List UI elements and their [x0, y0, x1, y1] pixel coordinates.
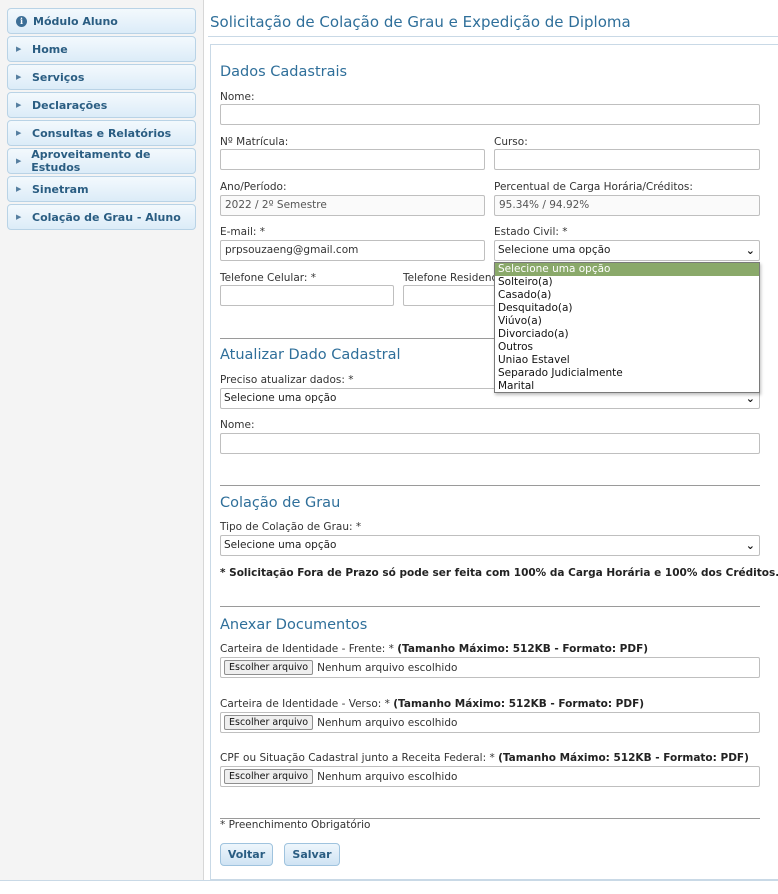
option-separado[interactable]: Separado Judicialmente	[495, 367, 759, 380]
atualizar-nome-field[interactable]	[220, 433, 760, 454]
percentual-field[interactable]: 95.34% / 94.92%	[494, 195, 760, 216]
arrow-right-icon: ▶	[16, 157, 22, 165]
info-icon: i	[16, 15, 27, 27]
option-solteiro[interactable]: Solteiro(a)	[495, 276, 759, 289]
required-note: * Preenchimento Obrigatório	[220, 819, 371, 831]
sidebar-item-consultas[interactable]: ▶ Consultas e Relatórios	[7, 120, 196, 146]
preciso-atualizar-selected: Selecione uma opção	[224, 392, 337, 404]
tipo-colacao-selected: Selecione uma opção	[224, 539, 337, 551]
option-marital[interactable]: Marital	[495, 380, 759, 393]
sidebar-item-aproveitamento[interactable]: ▶ Aproveitamento de Estudos	[7, 148, 196, 174]
option-desquitado[interactable]: Desquitado(a)	[495, 302, 759, 315]
rg-frente-file-input[interactable]: Escolher arquivo Nenhum arquivo escolhid…	[220, 657, 760, 678]
celular-field[interactable]	[220, 285, 394, 306]
email-label: E-mail: *	[220, 226, 266, 238]
arrow-right-icon: ▶	[16, 101, 22, 109]
preciso-atualizar-label: Preciso atualizar dados: *	[220, 374, 354, 386]
sidebar-item-label: Home	[32, 42, 68, 56]
sidebar-item-label: Declarações	[32, 98, 108, 112]
tipo-colacao-label: Tipo de Colação de Grau: *	[220, 521, 362, 533]
tipo-colacao-select[interactable]: Selecione uma opção ⌄	[220, 535, 760, 556]
rg-frente-hint: (Tamanho Máximo: 512KB - Formato: PDF)	[397, 643, 649, 655]
cpf-file-input[interactable]: Escolher arquivo Nenhum arquivo escolhid…	[220, 766, 760, 787]
divider	[220, 606, 760, 607]
choose-file-button[interactable]: Escolher arquivo	[224, 715, 314, 730]
rg-verso-hint: (Tamanho Máximo: 512KB - Formato: PDF)	[393, 698, 645, 710]
prazo-note: * Solicitação Fora de Prazo só pode ser …	[220, 567, 778, 579]
rg-verso-label: Carteira de Identidade - Verso: * (Taman…	[220, 698, 644, 710]
curso-field[interactable]	[494, 149, 760, 170]
nome-label: Nome:	[220, 91, 255, 103]
matricula-label: Nº Matrícula:	[220, 136, 289, 148]
arrow-right-icon: ▶	[16, 129, 22, 137]
sidebar-item-servicos[interactable]: ▶ Serviços	[7, 64, 196, 90]
sidebar-item-sinetram[interactable]: ▶ Sinetram	[7, 176, 196, 202]
divider	[208, 36, 778, 37]
cpf-hint: (Tamanho Máximo: 512KB - Formato: PDF)	[498, 752, 749, 764]
sidebar-item-label: Aproveitamento de Estudos	[31, 148, 151, 174]
sidebar-item-label: Colação de Grau - Aluno	[32, 210, 181, 224]
rg-verso-file-input[interactable]: Escolher arquivo Nenhum arquivo escolhid…	[220, 712, 760, 733]
section-heading-atualizar: Atualizar Dado Cadastral	[220, 347, 401, 363]
estado-civil-dropdown: Selecione uma opção Solteiro(a) Casado(a…	[494, 262, 760, 393]
file-status: Nenhum arquivo escolhido	[317, 770, 458, 783]
rg-verso-label-text: Carteira de Identidade - Verso: *	[220, 698, 390, 710]
arrow-right-icon: ▶	[16, 213, 22, 221]
chevron-down-icon: ⌄	[745, 539, 755, 552]
file-status: Nenhum arquivo escolhido	[317, 661, 458, 674]
atualizar-nome-label: Nome:	[220, 419, 255, 431]
choose-file-button[interactable]: Escolher arquivo	[224, 769, 314, 784]
sidebar-item-home[interactable]: ▶ Home	[7, 36, 196, 62]
divider	[0, 880, 778, 881]
option-divorciado[interactable]: Divorciado(a)	[495, 328, 759, 341]
rg-frente-label: Carteira de Identidade - Frente: * (Tama…	[220, 643, 648, 655]
ano-periodo-field[interactable]: 2022 / 2º Semestre	[220, 195, 485, 216]
option-viuvo[interactable]: Viúvo(a)	[495, 315, 759, 328]
arrow-right-icon: ▶	[16, 185, 22, 193]
estado-civil-label: Estado Civil: *	[494, 226, 568, 238]
section-heading-anexos: Anexar Documentos	[220, 617, 368, 633]
estado-civil-select[interactable]: Selecione uma opção ⌄	[494, 240, 760, 261]
section-heading-colacao: Colação de Grau	[220, 495, 341, 511]
cpf-label: CPF ou Situação Cadastral junto a Receit…	[220, 752, 749, 764]
voltar-button[interactable]: Voltar	[220, 843, 273, 866]
email-field[interactable]: prpsouzaeng@gmail.com	[220, 240, 485, 261]
file-status: Nenhum arquivo escolhido	[317, 716, 458, 729]
option-uniao-estavel[interactable]: Uniao Estavel	[495, 354, 759, 367]
estado-civil-selected: Selecione uma opção	[498, 244, 611, 256]
ano-periodo-label: Ano/Período:	[220, 181, 287, 193]
sidebar-item-modulo-aluno[interactable]: i Módulo Aluno	[7, 8, 196, 34]
sidebar-item-label: Consultas e Relatórios	[32, 126, 172, 140]
percentual-label: Percentual de Carga Horária/Créditos:	[494, 181, 693, 193]
sidebar-item-label: Serviços	[32, 70, 85, 84]
page-title: Solicitação de Colação de Grau e Expediç…	[210, 13, 631, 31]
section-heading-dados: Dados Cadastrais	[220, 64, 348, 80]
matricula-field[interactable]	[220, 149, 485, 170]
chevron-down-icon: ⌄	[745, 244, 755, 257]
curso-label: Curso:	[494, 136, 528, 148]
sidebar-item-colacao[interactable]: ▶ Colação de Grau - Aluno	[7, 204, 196, 230]
sidebar-item-declaracoes[interactable]: ▶ Declarações	[7, 92, 196, 118]
option-casado[interactable]: Casado(a)	[495, 289, 759, 302]
rg-frente-label-text: Carteira de Identidade - Frente: *	[220, 643, 394, 655]
choose-file-button[interactable]: Escolher arquivo	[224, 660, 314, 675]
nome-field[interactable]	[220, 104, 760, 125]
sidebar: i Módulo Aluno ▶ Home ▶ Serviços ▶ Decla…	[0, 0, 204, 880]
celular-label: Telefone Celular: *	[220, 272, 317, 284]
salvar-button[interactable]: Salvar	[284, 843, 340, 866]
sidebar-item-label: Sinetram	[32, 182, 89, 196]
cpf-label-text: CPF ou Situação Cadastral junto a Receit…	[220, 752, 495, 764]
residencial-field[interactable]	[403, 285, 503, 306]
divider	[220, 485, 760, 486]
sidebar-item-label: Módulo Aluno	[33, 14, 118, 28]
option-outros[interactable]: Outros	[495, 341, 759, 354]
option-selecione[interactable]: Selecione uma opção	[495, 263, 759, 276]
arrow-right-icon: ▶	[16, 73, 22, 81]
arrow-right-icon: ▶	[16, 45, 22, 53]
